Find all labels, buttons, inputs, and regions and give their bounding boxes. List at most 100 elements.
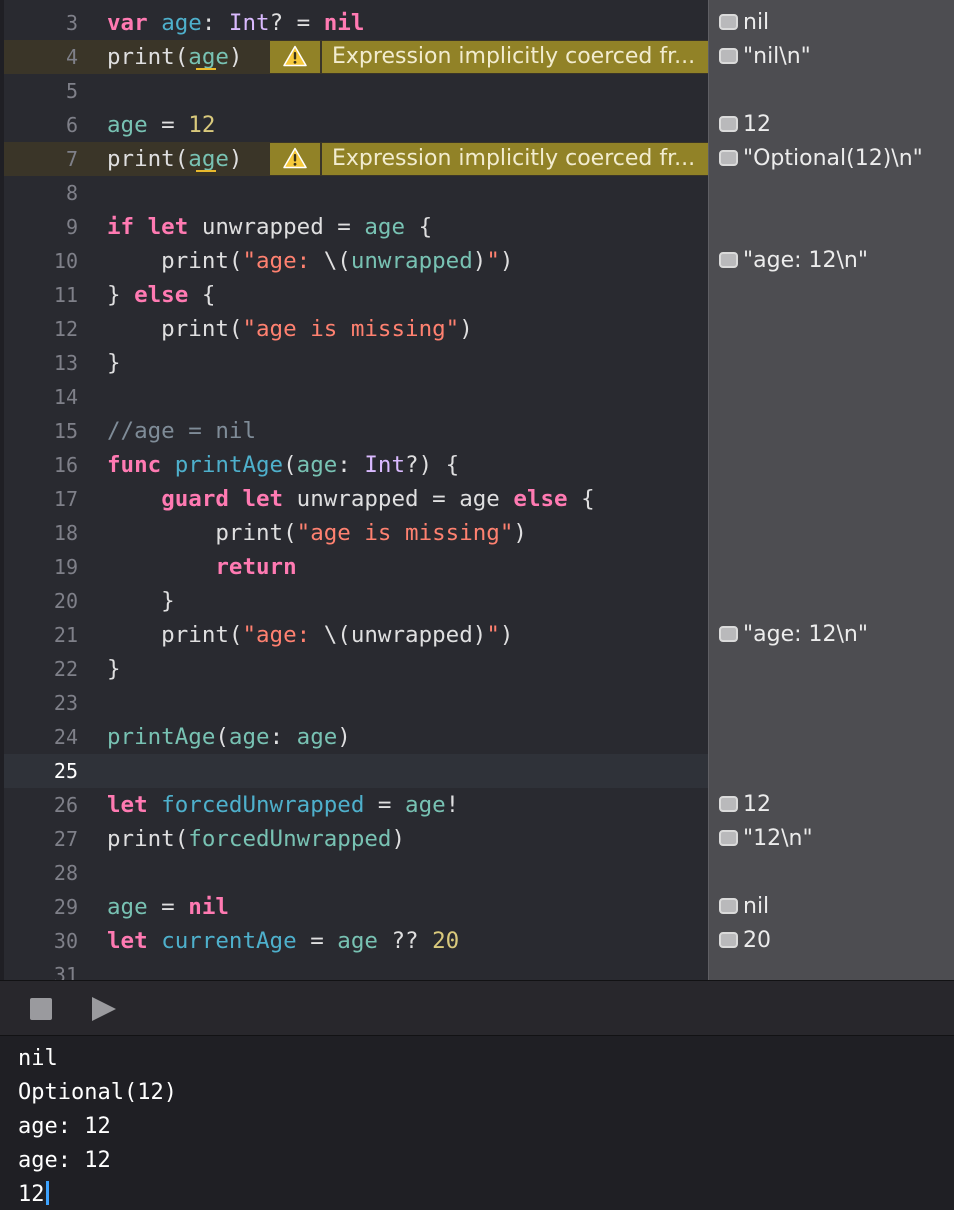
result-value[interactable]: nil — [719, 890, 769, 924]
warning-badge[interactable] — [270, 143, 320, 175]
code-token: "age is missing" — [242, 316, 460, 342]
text-caret — [45, 1181, 49, 1205]
code-line[interactable]: 19 return — [0, 550, 708, 584]
code-token: \(unwrapped) — [323, 622, 487, 648]
source-editor[interactable]: 3 var age: Int? = nil 4 print( age) Expressio… — [0, 0, 708, 980]
code-line[interactable]: 13} — [0, 346, 708, 380]
quick-look-icon[interactable] — [719, 898, 738, 914]
code-line[interactable]: 15 //age = nil — [0, 414, 708, 448]
code-line[interactable]: 12 print("age is missing") — [0, 312, 708, 346]
code-line[interactable]: 21 print("age: \(unwrapped)") — [0, 618, 708, 652]
quick-look-icon[interactable] — [719, 48, 738, 64]
code-line[interactable]: 11} else { — [0, 278, 708, 312]
code-line[interactable]: 29 age = nil — [0, 890, 708, 924]
line-number: 23 — [53, 691, 78, 715]
line-number: 4 — [65, 45, 78, 69]
warning-message[interactable]: Expression implicitly coerced fr... — [322, 41, 708, 73]
result-value[interactable]: 20 — [719, 924, 771, 958]
code-line[interactable]: 3 var age: Int? = nil — [0, 6, 708, 40]
code-line[interactable]: 10 print("age: \(unwrapped)") — [0, 244, 708, 278]
result-value[interactable]: 12 — [719, 788, 771, 822]
quick-look-icon[interactable] — [719, 626, 738, 642]
quick-look-icon[interactable] — [719, 252, 738, 268]
code-line[interactable]: 5 — [0, 74, 708, 108]
warning-badge[interactable] — [270, 41, 320, 73]
code-line[interactable]: 28 — [0, 856, 708, 890]
code-text: return — [107, 550, 296, 584]
quick-look-icon[interactable] — [719, 830, 738, 846]
quick-look-icon[interactable] — [719, 14, 738, 30]
code-line[interactable]: 18 print("age is missing") — [0, 516, 708, 550]
code-token: guard — [161, 486, 229, 512]
code-token: let — [107, 792, 148, 818]
code-token: func — [107, 452, 162, 478]
line-number: 19 — [53, 555, 78, 579]
code-token: let — [242, 486, 284, 512]
code-line[interactable]: 25 — [0, 754, 708, 788]
code-token: print( — [107, 44, 189, 70]
console-output[interactable]: nil Optional(12) age: 12 age: 12 12 — [0, 1036, 954, 1210]
quick-look-icon[interactable] — [719, 932, 738, 948]
code-line[interactable]: 16 func printAge(age: Int?) { — [0, 448, 708, 482]
code-line[interactable]: 26 let forcedUnwrapped = age! — [0, 788, 708, 822]
code-token: ?? — [377, 928, 433, 954]
code-line[interactable]: 4 print(age) Expression implicitly coerced… — [0, 40, 708, 74]
line-number: 26 — [53, 793, 78, 817]
code-line[interactable]: 31 — [0, 958, 708, 980]
code-line[interactable]: 27 print(forcedUnwrapped) — [0, 822, 708, 856]
result-value[interactable]: nil — [719, 6, 769, 40]
code-token: "age: — [242, 622, 324, 648]
code-token: } — [107, 656, 121, 682]
warning-message[interactable]: Expression implicitly coerced fr... — [322, 143, 708, 175]
code-token: ) — [513, 520, 527, 546]
code-token: : — [201, 10, 229, 36]
code-token: " — [486, 248, 500, 274]
window-edge — [0, 0, 4, 980]
stop-icon[interactable] — [30, 998, 52, 1020]
code-text: } — [107, 652, 121, 686]
code-token: ) — [499, 248, 514, 274]
code-token: let — [147, 214, 189, 240]
quick-look-icon[interactable] — [719, 150, 738, 166]
code-line[interactable]: 14 — [0, 380, 708, 414]
xcode-playground-window: 3 var age: Int? = nil 4 print( age) Expressio… — [0, 0, 954, 1210]
result-value[interactable]: 12 — [719, 108, 771, 142]
result-value[interactable]: "Optional(12)\n" — [719, 142, 923, 176]
code-line[interactable]: 6 age = 12 — [0, 108, 708, 142]
result-value[interactable]: "12\n" — [719, 822, 813, 856]
code-line[interactable]: 8 — [0, 176, 708, 210]
code-line[interactable]: 30 let currentAge = age ?? 20 — [0, 924, 708, 958]
code-line[interactable]: 24 printAge(age: age) — [0, 720, 708, 754]
result-value[interactable]: "age: 12\n" — [719, 244, 868, 278]
line-number: 25 — [53, 759, 78, 783]
result-value[interactable]: "age: 12\n" — [719, 618, 868, 652]
code-token: "age: — [242, 248, 324, 274]
code-token: printAge — [107, 724, 216, 750]
quick-look-icon[interactable] — [719, 796, 738, 812]
console-line: 12 — [0, 1178, 954, 1210]
code-line[interactable]: 17 guard let unwrapped = age else { — [0, 482, 708, 516]
code-token: "age is missing" — [296, 520, 514, 546]
code-token: print( — [107, 248, 243, 274]
code-line[interactable]: 22} — [0, 652, 708, 686]
line-number: 30 — [53, 929, 78, 953]
result-text: 20 — [743, 928, 771, 953]
code-line[interactable]: 7 print(age) Expression implicitly coerced… — [0, 142, 708, 176]
line-number: 15 — [53, 419, 78, 443]
code-text: print("age: \(unwrapped)") — [107, 244, 513, 278]
code-line[interactable]: 23 — [0, 686, 708, 720]
code-text: //age = nil — [107, 414, 256, 448]
quick-look-icon[interactable] — [719, 116, 738, 132]
code-token: print( — [107, 520, 297, 546]
code-token: age — [188, 146, 229, 172]
code-text: var age: Int? = nil — [107, 6, 364, 40]
console-line: age: 12 — [0, 1144, 954, 1178]
code-line[interactable]: 9 if let unwrapped = age { — [0, 210, 708, 244]
code-line[interactable]: 20 } — [0, 584, 708, 618]
run-icon[interactable] — [90, 995, 118, 1023]
result-value[interactable]: "nil\n" — [719, 40, 811, 74]
code-token: ) — [499, 622, 514, 648]
code-text: } else { — [107, 278, 215, 312]
